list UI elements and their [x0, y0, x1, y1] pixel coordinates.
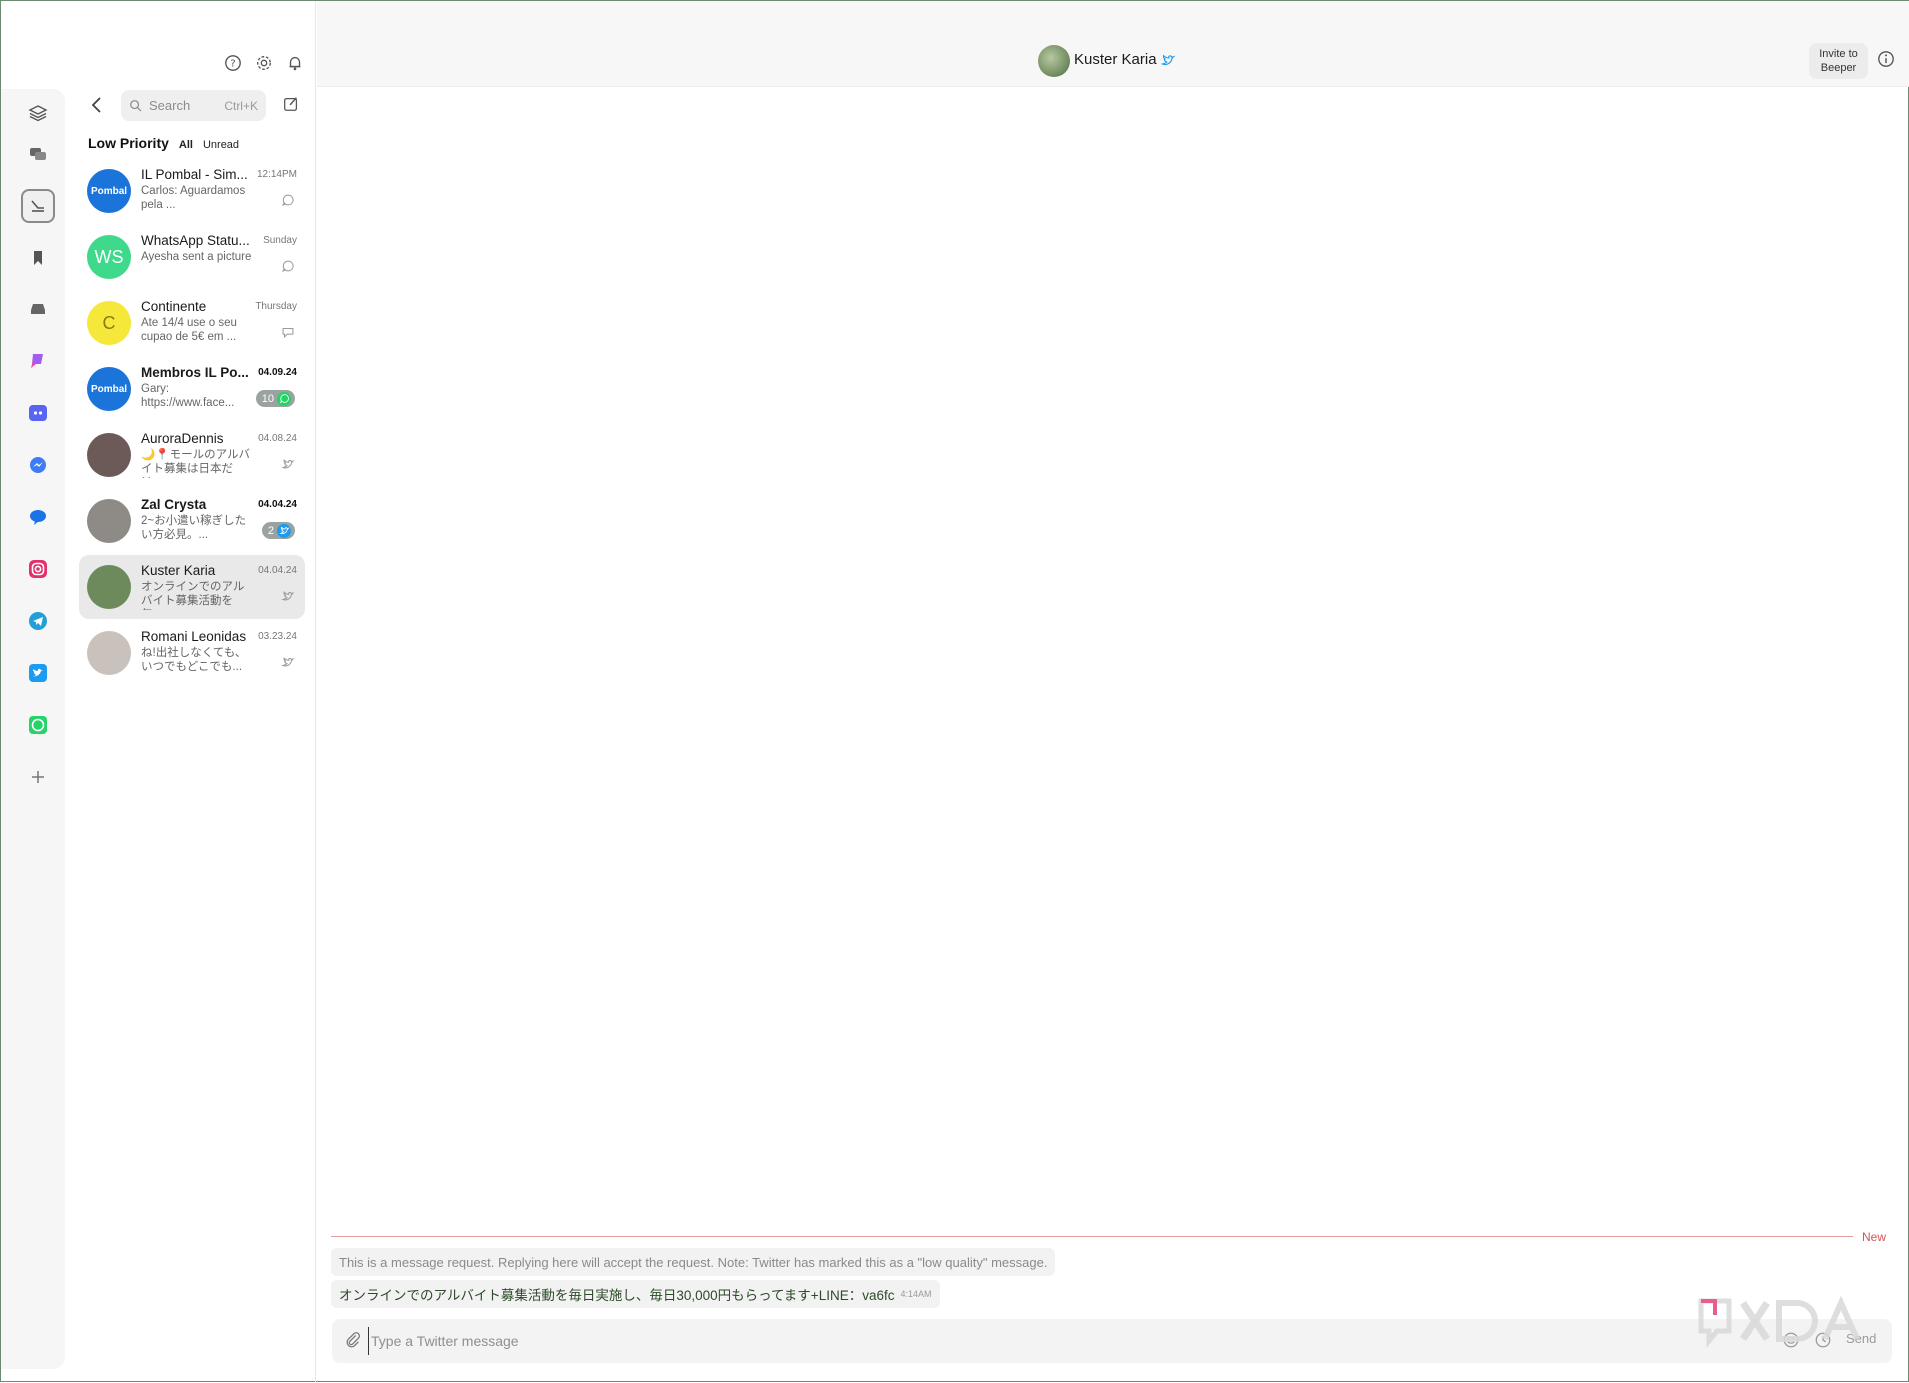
message-input[interactable] — [368, 1327, 1668, 1355]
whatsapp-icon — [277, 391, 291, 406]
twitter-bird-icon — [1160, 52, 1176, 68]
beeper-icon[interactable] — [21, 344, 55, 378]
chat-time: 04.09.24 — [258, 367, 297, 378]
chat-name: AuroraDennis — [141, 431, 224, 446]
chat-time: Thursday — [255, 301, 297, 312]
chat-time: 04.04.24 — [258, 499, 297, 510]
avatar[interactable] — [1038, 45, 1070, 77]
chat-filter: Low Priority All Unread — [88, 135, 239, 151]
all-chats-layers-icon[interactable] — [21, 96, 55, 130]
twitter-icon[interactable] — [21, 656, 55, 690]
chat-time: 04.04.24 — [258, 565, 297, 576]
message-text: オンラインでのアルバイト募集活動を毎日実施し、毎日30,000円もらってます+L… — [339, 1288, 895, 1303]
message-time: 4:14AM — [900, 1289, 932, 1299]
unread-count: 10 — [261, 392, 274, 405]
invite-to-beeper-button[interactable]: Invite to Beeper — [1809, 43, 1868, 79]
chat-header — [317, 1, 1909, 87]
filter-unread[interactable]: Unread — [203, 139, 239, 151]
search-input[interactable]: Search Ctrl+K — [121, 90, 266, 121]
chat-name: Zal Crysta — [141, 497, 207, 512]
twitter-icon — [281, 655, 295, 669]
chat-icon — [281, 325, 295, 339]
avatar — [87, 499, 131, 543]
filter-title: Low Priority — [88, 135, 169, 151]
chat-name: WhatsApp Statu... — [141, 233, 250, 248]
chat-preview: オンラインでのアルバイト募集活動を毎... — [141, 581, 245, 610]
whatsapp-icon — [281, 259, 295, 273]
search-placeholder: Search — [149, 98, 191, 113]
chat-list-item[interactable]: Kuster Karia 04.04.24 オンラインでのアルバイト募集活動を毎..… — [79, 555, 305, 619]
invite-line-2: Beeper — [1820, 62, 1857, 74]
chat-preview: ね!出社しなくても、いつでもどこでも... — [141, 647, 247, 673]
chat-time: Sunday — [263, 235, 297, 246]
chat-title[interactable]: Kuster Karia — [1074, 51, 1157, 68]
chat-list-item[interactable]: WS WhatsApp Statu... Sunday Ayesha sent a p… — [79, 225, 305, 289]
filter-all[interactable]: All — [179, 139, 193, 151]
avatar: Pombal — [87, 367, 131, 411]
google-messages-icon[interactable] — [21, 500, 55, 534]
unread-badge: 10 — [255, 390, 295, 407]
chat-name: Romani Leonidas — [141, 629, 247, 644]
telegram-icon[interactable] — [21, 604, 55, 638]
twitter-icon — [281, 589, 295, 603]
add-account-icon[interactable] — [21, 760, 55, 794]
avatar — [87, 631, 131, 675]
message-request-notice: This is a message request. Replying here… — [331, 1248, 1056, 1276]
new-messages-label: New — [1862, 1230, 1887, 1244]
avatar — [87, 433, 131, 477]
unread-count: 2 — [267, 524, 274, 537]
twitter-icon — [281, 457, 295, 471]
chat-name: Continente — [141, 299, 207, 314]
chat-time: 04.08.24 — [258, 433, 297, 444]
compose-icon[interactable] — [282, 95, 302, 115]
chat-name: Kuster Karia — [141, 563, 216, 578]
xda-watermark-logo — [1695, 1291, 1880, 1351]
unread-badge: 2 — [261, 522, 295, 539]
chat-list-item[interactable]: Romani Leonidas 03.23.24 ね!出社しなくても、いつでもどこで… — [79, 621, 305, 685]
chat-name: Membros IL Po... — [141, 365, 249, 380]
inbox-icon[interactable] — [21, 292, 55, 326]
chat-preview: Ayesha sent a picture — [141, 251, 252, 263]
search-icon — [130, 99, 142, 111]
search-shortcut: Ctrl+K — [224, 98, 258, 113]
low-priority-icon[interactable] — [21, 189, 55, 223]
discord-icon[interactable] — [21, 396, 55, 430]
app-window: — ☐ ✕ ? — [0, 0, 1909, 1383]
invite-line-1: Invite to — [1819, 48, 1858, 60]
service-rail — [1, 89, 65, 1369]
chat-preview: 2~お小遣い稼ぎしたい方必見。... — [141, 515, 247, 541]
chat-time: 03.23.24 — [258, 631, 297, 642]
chat-time: 12:14PM — [256, 169, 297, 180]
twitter-icon — [277, 523, 291, 538]
chat-preview: 🌙📍モールのアルバイト募集は日本だけ... — [141, 449, 251, 478]
chat-preview: Carlos: Aguardamos pela ... — [141, 185, 246, 211]
chat-list-item[interactable]: Pombal IL Pombal - Sim... 12:14PM Carlos: A… — [79, 159, 305, 223]
messenger-icon[interactable] — [21, 448, 55, 482]
back-chevron-icon[interactable] — [87, 95, 107, 115]
avatar — [87, 565, 131, 609]
chat-preview: Gary: https://www.face... — [141, 383, 235, 409]
chat-preview: Ate 14/4 use o seu cupao de 5€ em ... — [141, 317, 237, 343]
chat-name: IL Pombal - Sim... — [141, 167, 248, 182]
info-icon[interactable] — [1877, 50, 1897, 70]
whatsapp-icon[interactable] — [21, 708, 55, 742]
paperclip-icon[interactable] — [344, 1331, 364, 1351]
chats-bubble-icon[interactable] — [21, 137, 55, 171]
instagram-icon[interactable] — [21, 552, 55, 586]
chat-list-item[interactable]: Zal Crysta 04.04.24 2~お小遣い稼ぎしたい方必見。... 2 — [79, 489, 305, 553]
chat-list-item[interactable]: C Continente Thursday Ate 14/4 use o seu cu… — [79, 291, 305, 355]
avatar: WS — [87, 235, 131, 279]
whatsapp-icon — [281, 193, 295, 207]
new-messages-divider — [331, 1236, 1853, 1237]
message-composer: Send — [332, 1319, 1892, 1363]
chat-list-item[interactable]: AuroraDennis 04.08.24 🌙📍モールのアルバイト募集は日本だけ..… — [79, 423, 305, 487]
avatar: Pombal — [87, 169, 131, 213]
chat-list-item[interactable]: Pombal Membros IL Po... 04.09.24 Gary: http… — [79, 357, 305, 421]
avatar: C — [87, 301, 131, 345]
bookmark-icon[interactable] — [21, 241, 55, 275]
message-bubble[interactable]: オンラインでのアルバイト募集活動を毎日実施し、毎日30,000円もらってます+L… — [331, 1280, 940, 1308]
